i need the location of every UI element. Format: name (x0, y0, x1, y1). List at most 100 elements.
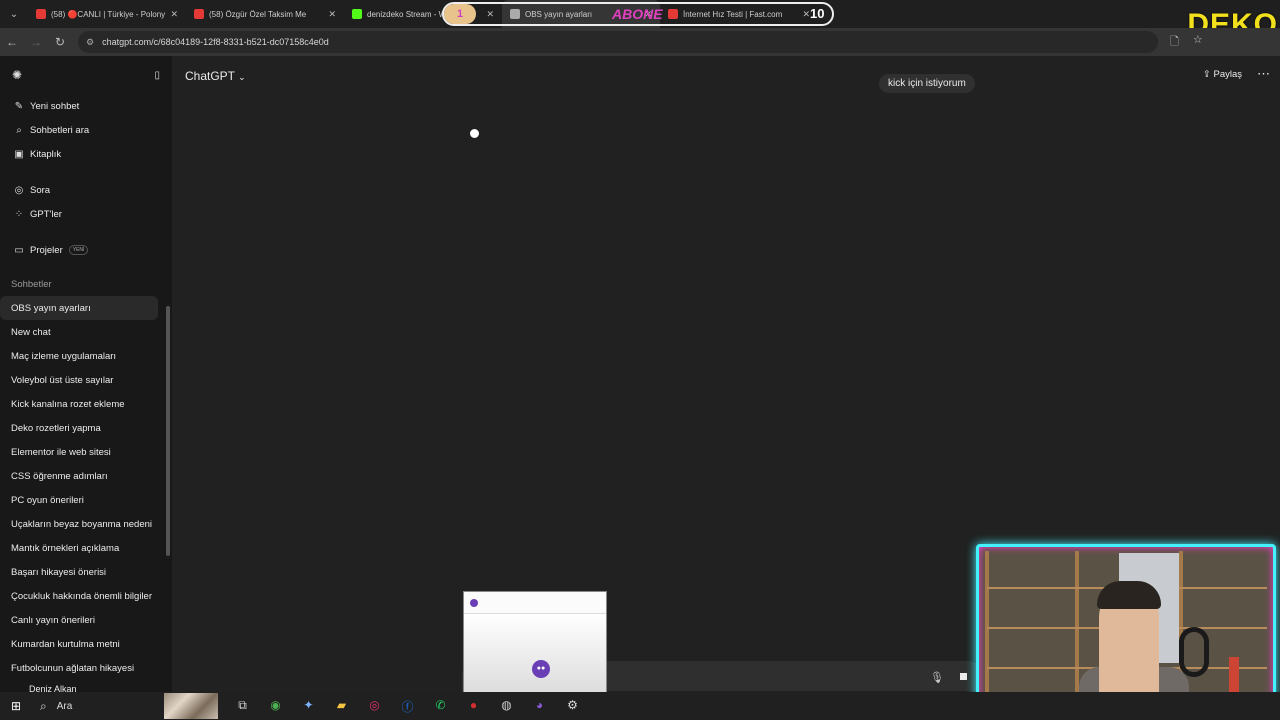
tab-title: (58) Özgür Özel Taksim Me (209, 9, 307, 19)
bottle (1229, 657, 1239, 697)
library-icon: ▣ (14, 148, 24, 160)
sidebar-toggle-icon[interactable]: ▯ (154, 70, 160, 81)
tab-favicon-icon (194, 9, 204, 19)
chat-history-item[interactable]: New chat (0, 320, 172, 344)
search-icon: ⌕ (40, 698, 47, 713)
openai-logo-icon[interactable]: ✺ (12, 68, 22, 82)
back-icon[interactable]: ← (0, 35, 24, 49)
search-icon: ⌕ (16, 124, 22, 136)
chat-app-icon: ●● (532, 660, 550, 678)
model-title: ChatGPT (185, 69, 235, 83)
chat-history-item[interactable]: Çocukluk hakkında önemli bilgiler (0, 584, 172, 608)
chat-history-item[interactable]: Deko rozetleri yapma (0, 416, 172, 440)
chat-history-item[interactable]: Başarı hikayesi önerisi (0, 560, 172, 584)
chevron-down-icon: ⌄ (238, 72, 246, 82)
sidebar-item-label: Projeler (30, 244, 63, 256)
tab-favicon-icon (36, 9, 46, 19)
forward-icon[interactable]: → (24, 35, 48, 49)
webcam-overlay (976, 544, 1276, 716)
edit-icon: ✎ (14, 100, 24, 112)
stop-generating-button[interactable] (960, 673, 967, 680)
model-selector[interactable]: ChatGPT ⌄ (185, 69, 246, 83)
windows-taskbar: ⊞ ⌕ Ara ⧉ ◉ ✦ ▰ ◎ ⓕ ✆ ● ◍ ◕ ⚙ (0, 692, 1280, 720)
browser-tab[interactable]: (58) Özgür Özel Taksim Me ✕ (186, 0, 344, 28)
chat-history-item[interactable]: Futbolcunun ağlatan hikayesi (0, 656, 172, 680)
tab-title: (58) 🔴CANLI | Türkiye - Polony (51, 9, 166, 19)
url-text: chatgpt.com/c/68c04189-12f8-8331-b521-dc… (102, 37, 329, 47)
chat-history-item[interactable]: OBS yayın ayarları (0, 296, 158, 320)
shelf-post (985, 551, 989, 711)
sidebar-item-projects[interactable]: ▭ Projeler YENİ (0, 238, 172, 262)
typing-indicator (470, 129, 479, 138)
chat-history-item[interactable]: CSS öğrenme adımları (0, 464, 172, 488)
chat-history-item[interactable]: Kumardan kurtulma metni (0, 632, 172, 656)
browser-tab[interactable]: (58) 🔴CANLI | Türkiye - Polony ✕ (28, 0, 186, 28)
chat-app-icon[interactable]: ◕ (523, 698, 556, 715)
instagram-icon[interactable]: ◎ (358, 698, 391, 715)
record-app-icon[interactable]: ● (457, 698, 490, 715)
whatsapp-icon[interactable]: ✆ (424, 698, 457, 715)
share-button[interactable]: ⇪ Paylaş (1203, 69, 1242, 80)
url-field[interactable]: ⚙ chatgpt.com/c/68c04189-12f8-8331-b521-… (78, 31, 1158, 53)
chat-history-item[interactable]: Kick kanalına rozet ekleme (0, 392, 172, 416)
user-name[interactable]: Deniz Alkan (18, 684, 77, 692)
obs-icon[interactable]: ◍ (490, 698, 523, 715)
close-tab-icon[interactable]: ✕ (328, 9, 336, 20)
sora-icon: ◎ (14, 184, 24, 196)
chat-history-item[interactable]: Elementor ile web sitesi (0, 440, 172, 464)
headphones (1179, 627, 1209, 677)
sidebar-item-edit[interactable]: ✎ Yeni sohbet (0, 94, 172, 118)
task-view-icon[interactable]: ⧉ (226, 698, 259, 715)
facebook-icon[interactable]: ⓕ (391, 698, 424, 715)
microphone-icon[interactable]: 🎙 (930, 671, 944, 684)
widgets-weather-image[interactable] (164, 693, 218, 719)
chat-history-item[interactable]: Maç izleme uygulamaları (0, 344, 172, 368)
page-icon[interactable]: 🗋 (1170, 33, 1179, 52)
share-icon: ⇪ (1202, 69, 1211, 80)
chat-history-item[interactable]: Voleybol üst üste sayılar (0, 368, 172, 392)
user-message: kick için istiyorum (879, 74, 975, 93)
sidebar-item-label: Kitaplık (30, 148, 62, 160)
more-options-icon[interactable]: ⋯ (1257, 66, 1270, 82)
person-hair (1097, 581, 1161, 609)
copilot-icon[interactable]: ✦ (292, 698, 325, 715)
close-tab-icon[interactable]: ✕ (170, 9, 178, 20)
sidebar: ✺ ▯ ✎ Yeni sohbet ⌕ Sohbetleri ara ▣ Kitaplık… (0, 56, 172, 692)
chat-history-item[interactable]: Uçakların beyaz boyanma nedeni (0, 512, 172, 536)
sidebar-item-gpts[interactable]: ⁘ GPT'ler (0, 202, 172, 226)
sidebar-item-label: Sora (30, 184, 51, 196)
chat-history-item[interactable]: Mantık örnekleri açıklama (0, 536, 172, 560)
settings-icon[interactable]: ⚙ (556, 698, 589, 715)
taskbar-search-label: Ara (56, 700, 73, 712)
chrome-icon[interactable]: ◉ (259, 698, 292, 715)
site-info-icon[interactable]: ⚙ (86, 37, 94, 48)
windows-start-icon[interactable]: ⊞ (0, 699, 32, 713)
sidebar-scrollbar[interactable] (166, 306, 170, 556)
chat-history-item[interactable]: PC oyun önerileri (0, 488, 172, 512)
share-label: Paylaş (1213, 69, 1242, 80)
tab-favicon-icon (352, 9, 362, 19)
taskbar-preview-popup[interactable]: ●● (463, 591, 607, 694)
chats-section-label: Sohbetler (11, 278, 52, 290)
app-favicon-icon (470, 598, 478, 607)
bookmark-star-icon[interactable]: ☆ (1193, 33, 1203, 52)
file-explorer-icon[interactable]: ▰ (325, 698, 358, 715)
sidebar-item-sora[interactable]: ◎ Sora (0, 178, 172, 202)
sidebar-item-library[interactable]: ▣ Kitaplık (0, 142, 172, 166)
reload-icon[interactable]: ↻ (48, 35, 72, 49)
subscriber-goal-label: ABONE (612, 6, 663, 22)
sidebar-item-label: Sohbetleri ara (30, 124, 90, 136)
gpts-icon: ⁘ (14, 208, 24, 220)
chat-list: OBS yayın ayarları New chat Maç izleme uyg… (0, 296, 172, 680)
new-badge: YENİ (68, 245, 89, 255)
sidebar-item-label: Yeni sohbet (30, 100, 80, 112)
sidebar-item-search[interactable]: ⌕ Sohbetleri ara (0, 118, 172, 142)
taskbar-search[interactable]: ⌕ Ara (32, 692, 164, 720)
subscriber-goal-progress: 1 (444, 4, 476, 24)
chat-history-item[interactable]: Canlı yayın önerileri (0, 608, 172, 632)
tab-search-button[interactable]: ⌄ (0, 0, 28, 28)
sidebar-item-label: GPT'ler (30, 208, 62, 220)
folder-icon: ▭ (14, 244, 24, 256)
subscriber-goal-count: 10 (810, 6, 825, 21)
address-bar-row: ← → ↻ ⚙ chatgpt.com/c/68c04189-12f8-8331… (0, 28, 1280, 56)
